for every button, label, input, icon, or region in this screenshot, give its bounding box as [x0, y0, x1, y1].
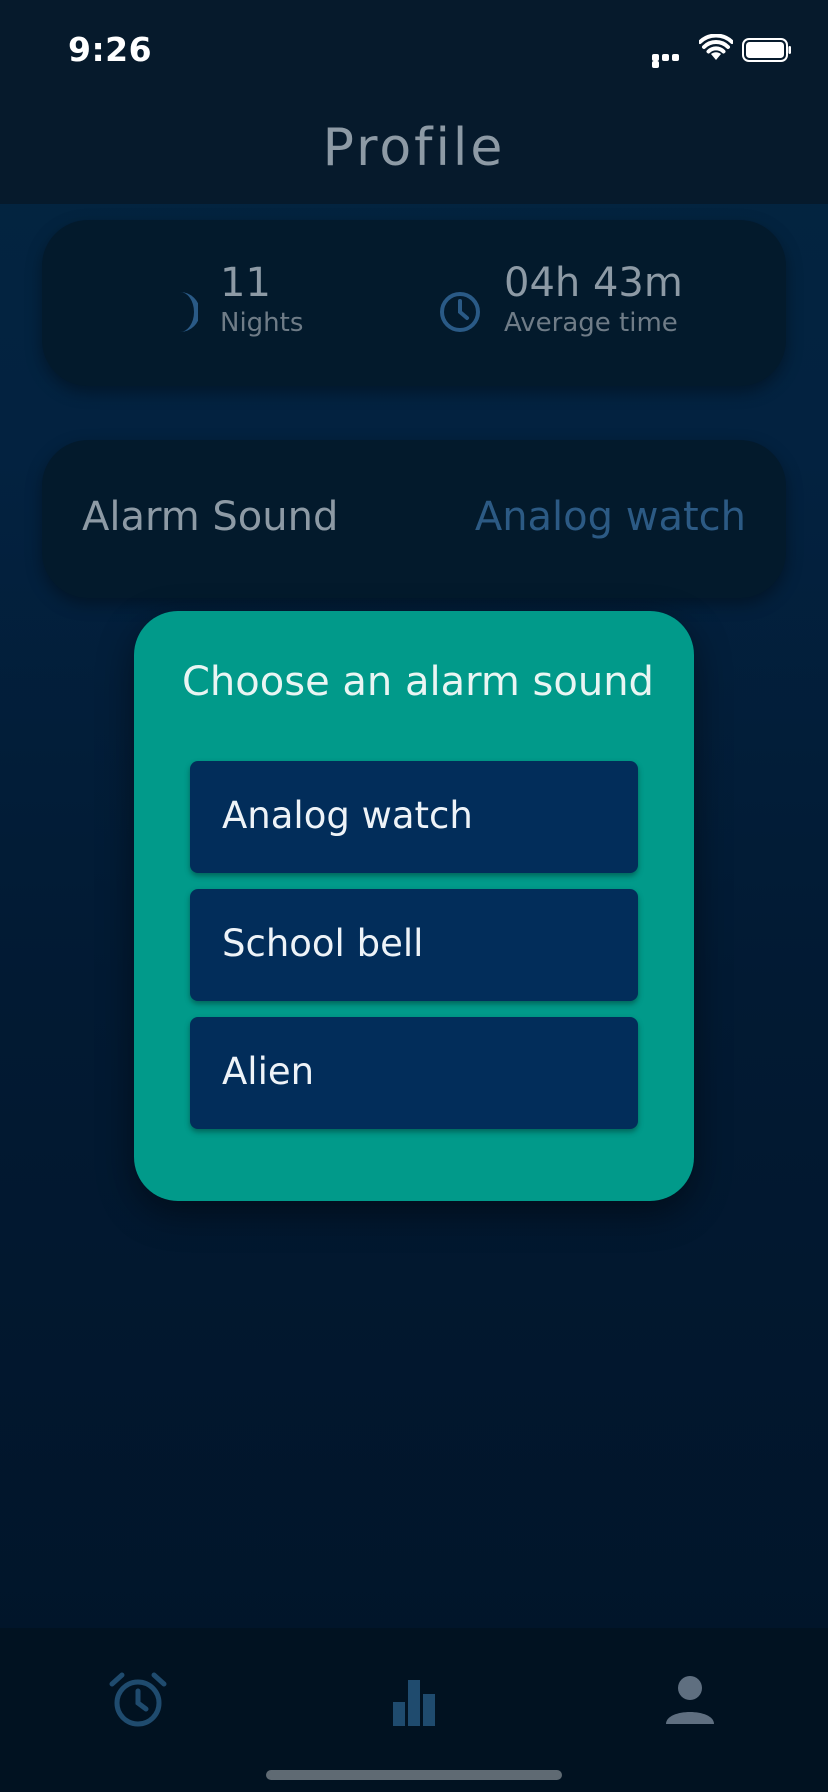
status-bar: 9:26	[0, 0, 828, 100]
option-label: Alien	[222, 1050, 315, 1093]
option-label: Analog watch	[222, 794, 473, 837]
alarm-sound-value[interactable]: Analog watch	[475, 494, 746, 540]
home-indicator	[266, 1770, 562, 1780]
clock-icon	[440, 292, 480, 332]
average-time-stat: 04h 43m Average time	[504, 260, 683, 340]
average-time-label: Average time	[504, 308, 678, 338]
person-icon	[666, 1676, 714, 1724]
page-title: Profile	[322, 118, 506, 178]
nights-stat: 11 Nights	[220, 260, 303, 340]
moon-icon	[180, 292, 198, 332]
bar-chart-icon	[393, 1680, 435, 1726]
header: Profile	[0, 100, 828, 204]
average-time-value: 04h 43m	[504, 260, 683, 306]
nights-value: 11	[220, 260, 271, 306]
alarm-clock-icon	[109, 1672, 167, 1727]
tab-profile[interactable]	[630, 1650, 750, 1750]
option-label: School bell	[222, 922, 424, 965]
tab-alarm[interactable]	[78, 1650, 198, 1750]
option-alien[interactable]: Alien	[190, 1017, 638, 1129]
nights-label: Nights	[220, 308, 304, 338]
alarm-sound-label: Alarm Sound	[82, 494, 339, 540]
alarm-sound-setting[interactable]: Alarm Sound Analog watch	[42, 440, 786, 598]
stats-card: 11 Nights 04h 43m Average time	[42, 220, 786, 386]
dialog-title: Choose an alarm sound	[182, 659, 654, 705]
wifi-icon	[699, 34, 733, 60]
tab-bar	[0, 1628, 828, 1792]
alarm-sound-dialog: Choose an alarm sound Analog watch Schoo…	[134, 611, 694, 1201]
battery-icon	[742, 38, 791, 62]
option-analog-watch[interactable]: Analog watch	[190, 761, 638, 873]
cellular-signal-icon	[652, 54, 690, 68]
tab-statistics[interactable]	[354, 1650, 474, 1750]
status-time: 9:26	[68, 30, 153, 69]
option-school-bell[interactable]: School bell	[190, 889, 638, 1001]
